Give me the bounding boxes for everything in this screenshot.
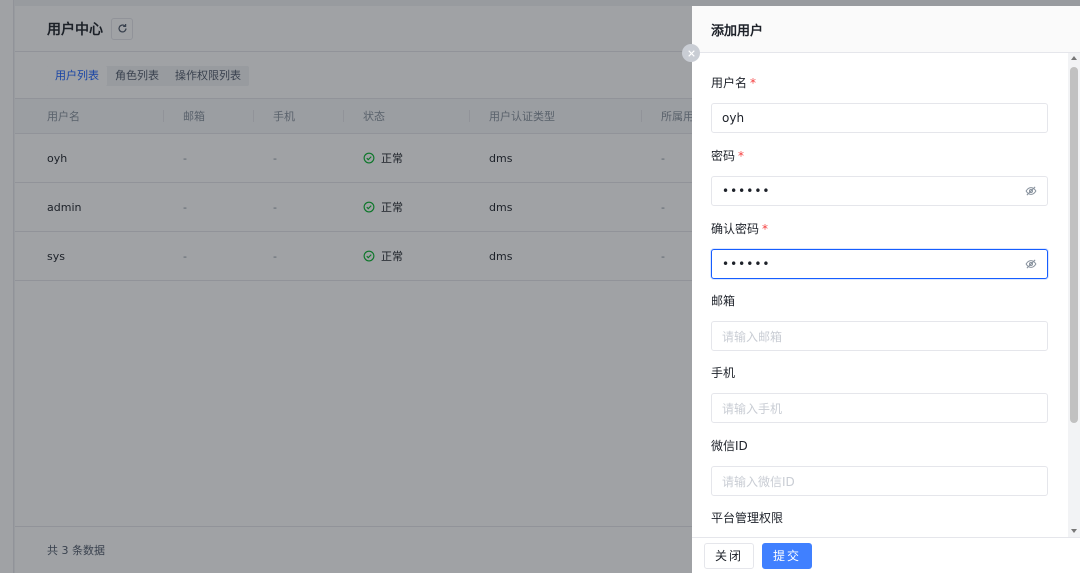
submit-button[interactable]: 提交 <box>762 542 813 569</box>
input-placeholder: 请输入微信ID <box>722 474 795 489</box>
label-text: 用户名 <box>711 76 748 90</box>
drawer-close-button[interactable] <box>682 44 700 62</box>
drawer-header: 添加用户 <box>692 6 1080 53</box>
form-label: 邮箱 <box>711 294 736 308</box>
form-item-email: 邮箱 请输入邮箱 <box>711 293 1048 351</box>
form-label: 微信ID <box>711 439 748 453</box>
form-item-username: 用户名 * oyh <box>711 75 1048 133</box>
username-input[interactable]: oyh <box>711 103 1048 133</box>
password-input[interactable]: •••••• <box>711 176 1048 206</box>
input-placeholder: 请输入手机 <box>722 401 783 416</box>
phone-input[interactable]: 请输入手机 <box>711 393 1048 423</box>
label-text: 密码 <box>711 149 736 163</box>
confirm-password-input[interactable]: •••••• <box>711 249 1048 279</box>
add-user-drawer: 添加用户 用户名 * oyh 密码 * •••••• 确认密码 * •••••• 邮箱… <box>692 6 1080 573</box>
required-mark: * <box>738 149 745 163</box>
label-text: 确认密码 <box>711 222 760 236</box>
form-item-password: 密码 * •••••• <box>711 148 1048 206</box>
form-label: 平台管理权限 <box>711 511 784 525</box>
scroll-up-icon[interactable] <box>1071 56 1077 60</box>
close-button[interactable]: 关闭 <box>704 542 755 569</box>
required-mark: * <box>750 76 757 90</box>
form-item-phone: 手机 请输入手机 <box>711 365 1048 423</box>
drawer-title: 添加用户 <box>711 23 764 39</box>
form-label: 手机 <box>711 366 736 380</box>
scroll-down-icon[interactable] <box>1071 529 1077 533</box>
form-item-platform-permission: 平台管理权限 <box>711 510 1048 537</box>
input-value: oyh <box>722 111 745 125</box>
drawer-footer: 关闭 提交 <box>692 537 1080 573</box>
input-value: •••••• <box>722 257 771 271</box>
form-label: 用户名 * <box>711 75 1048 91</box>
drawer-scrollbar[interactable] <box>1068 53 1080 537</box>
scroll-thumb[interactable] <box>1070 67 1078 423</box>
form-item-confirm-password: 确认密码 * •••••• <box>711 221 1048 279</box>
eye-invisible-icon[interactable] <box>1025 185 1037 197</box>
form-label: 确认密码 * <box>711 221 1048 237</box>
wechat-id-input[interactable]: 请输入微信ID <box>711 466 1048 496</box>
eye-invisible-icon[interactable] <box>1025 258 1037 270</box>
close-icon <box>687 49 695 57</box>
drawer-body[interactable]: 用户名 * oyh 密码 * •••••• 确认密码 * •••••• 邮箱 请输入邮… <box>692 53 1080 537</box>
required-mark: * <box>762 222 769 236</box>
input-placeholder: 请输入邮箱 <box>722 329 783 344</box>
email-input[interactable]: 请输入邮箱 <box>711 321 1048 351</box>
form-item-wechat: 微信ID 请输入微信ID <box>711 438 1048 496</box>
form-label: 密码 * <box>711 148 1048 164</box>
input-value: •••••• <box>722 184 771 198</box>
